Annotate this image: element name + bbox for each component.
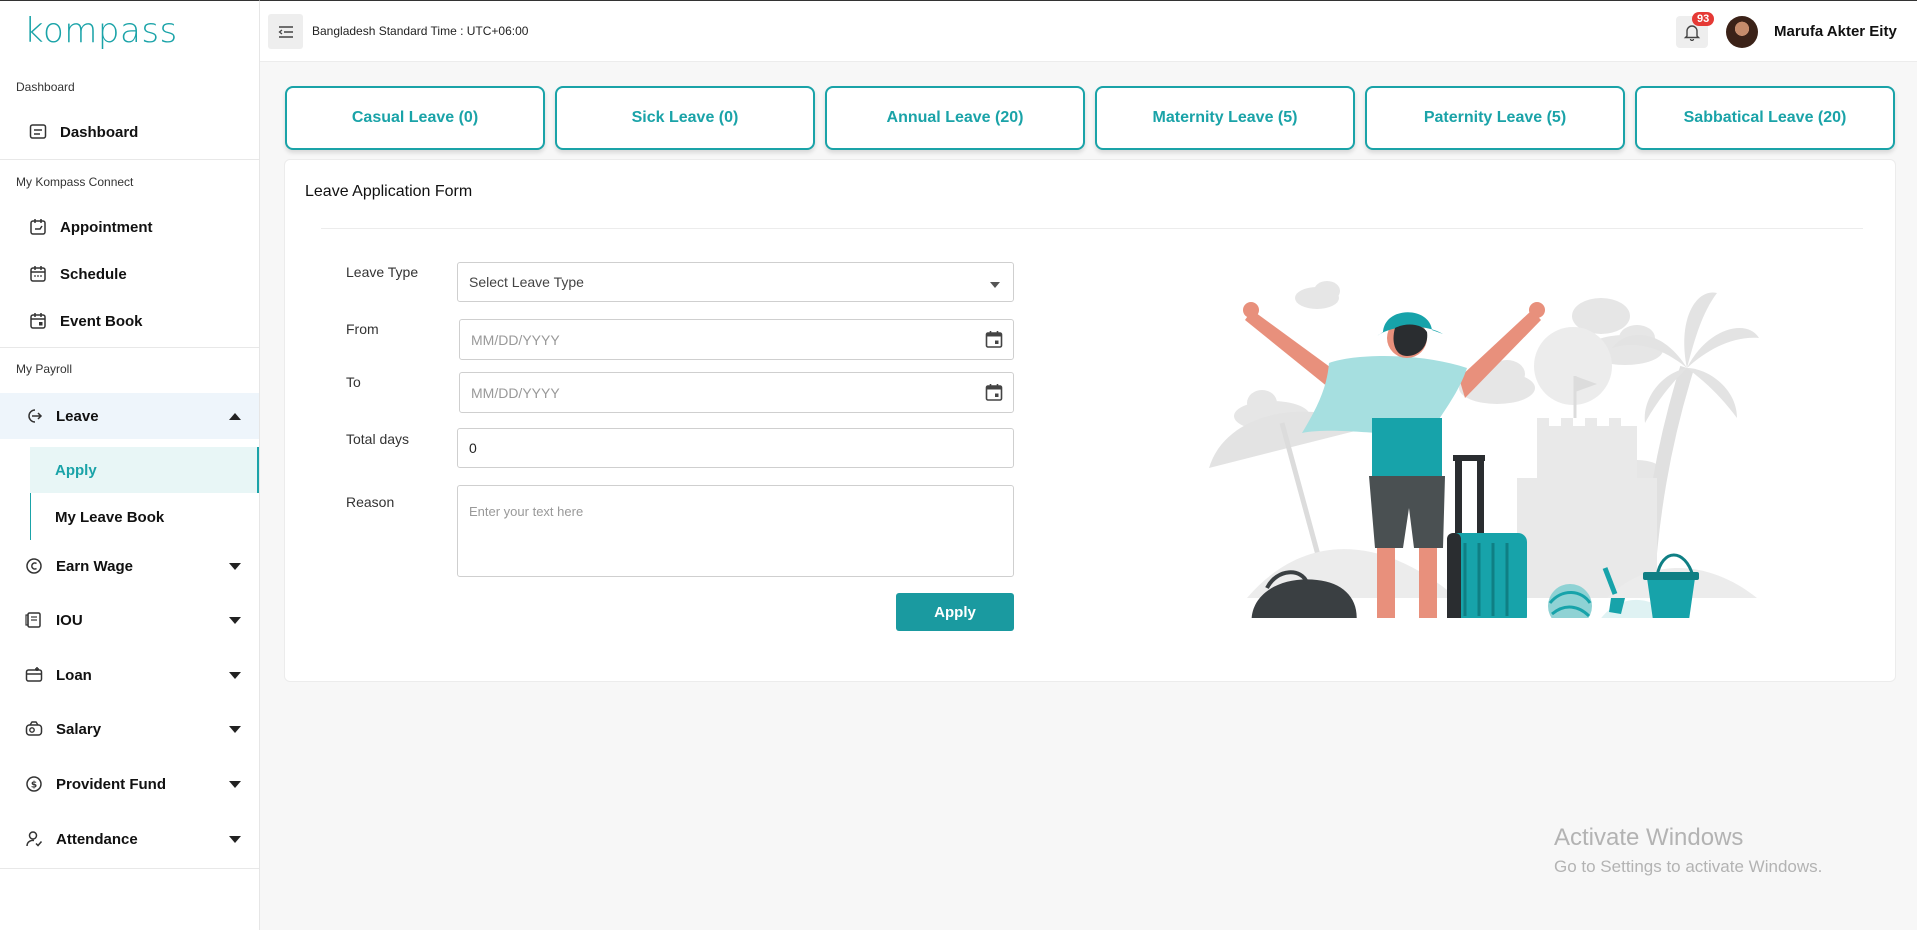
total-days-label: Total days [346, 431, 410, 447]
sidebar-item-salary[interactable]: Salary [0, 706, 259, 752]
calendar-icon[interactable] [984, 382, 1004, 405]
from-label: From [346, 321, 379, 337]
leave-card-paternity[interactable]: Paternity Leave (5) [1365, 86, 1625, 150]
leave-type-placeholder: Select Leave Type [469, 274, 584, 290]
sidebar-item-label: Dashboard [60, 123, 139, 141]
sidebar-item-label: Earn Wage [56, 557, 133, 575]
loan-icon [24, 665, 44, 685]
timezone-label: Bangladesh Standard Time : UTC+06:00 [312, 24, 529, 38]
notification-badge: 93 [1692, 12, 1715, 26]
chevron-down-icon [990, 282, 1000, 288]
user-check-icon [24, 829, 44, 849]
iou-icon [24, 610, 44, 630]
sidebar-item-provident-fund[interactable]: $ Provident Fund [0, 761, 259, 807]
leave-card-maternity[interactable]: Maternity Leave (5) [1095, 86, 1355, 150]
calendar-icon[interactable] [984, 329, 1004, 352]
sidebar-item-appointment[interactable]: Appointment [0, 204, 259, 250]
sidebar-item-event-book[interactable]: Event Book [0, 298, 259, 344]
divider [0, 159, 259, 160]
sidebar-subitem-apply[interactable]: Apply [30, 447, 259, 493]
sidebar-item-label: My Leave Book [55, 508, 165, 526]
sidebar-item-loan[interactable]: Loan [0, 652, 259, 698]
sidebar-item-label: Schedule [60, 265, 127, 283]
sidebar-item-label: Appointment [60, 218, 153, 236]
total-days-value: 0 [469, 440, 477, 456]
leave-type-label: Leave Type [346, 264, 419, 280]
chevron-down-icon [229, 781, 241, 788]
from-date-input[interactable]: MM/DD/YYYY [459, 319, 1014, 360]
appointment-icon [28, 217, 48, 237]
to-date-placeholder: MM/DD/YYYY [471, 384, 560, 401]
top-header: Bangladesh Standard Time : UTC+06:00 93 … [260, 0, 1917, 62]
svg-text:$: $ [31, 781, 37, 791]
earn-wage-icon [24, 556, 44, 576]
schedule-icon [28, 264, 48, 284]
sidebar-item-earn-wage[interactable]: Earn Wage [0, 543, 259, 589]
activate-windows-title: Activate Windows [1554, 824, 1744, 851]
form-title: Leave Application Form [305, 183, 473, 200]
leave-application-panel: Leave Application Form Leave Type Select… [284, 159, 1896, 682]
avatar[interactable] [1726, 16, 1758, 48]
event-book-icon [28, 311, 48, 331]
chevron-down-icon [229, 672, 241, 679]
from-date-placeholder: MM/DD/YYYY [471, 331, 560, 348]
sidebar-item-label: Attendance [56, 830, 138, 848]
sidebar-item-label: Salary [56, 720, 102, 738]
divider [321, 228, 1863, 229]
leave-card-casual[interactable]: Casual Leave (0) [285, 86, 545, 150]
sidebar-item-label: Loan [56, 666, 92, 684]
chevron-down-icon [229, 617, 241, 624]
sidebar-item-label: Provident Fund [56, 775, 166, 793]
total-days-input[interactable]: 0 [457, 428, 1014, 468]
sidebar-item-label: Leave [56, 407, 99, 425]
sidebar-item-label: IOU [56, 611, 83, 629]
section-label-my-payroll: My Payroll [16, 362, 73, 376]
sidebar: kompass Dashboard Dashboard My Kompass C… [0, 0, 260, 930]
apply-button[interactable]: Apply [896, 593, 1014, 631]
sidebar-item-schedule[interactable]: Schedule [0, 251, 259, 297]
sidebar-item-leave[interactable]: Leave [0, 393, 259, 439]
chevron-down-icon [229, 563, 241, 570]
leave-card-annual[interactable]: Annual Leave (20) [825, 86, 1085, 150]
leave-type-select[interactable]: Select Leave Type [457, 262, 1014, 302]
reason-textarea[interactable]: Enter your text here [457, 485, 1014, 577]
provident-fund-icon: $ [24, 774, 44, 794]
sidebar-item-dashboard[interactable]: Dashboard [0, 109, 259, 155]
divider [0, 347, 259, 348]
vacation-traveler-illustration [1209, 281, 1759, 618]
section-label-my-kompass-connect: My Kompass Connect [16, 175, 134, 189]
kompass-logo[interactable]: kompass [24, 11, 178, 51]
leave-exit-icon [24, 406, 44, 426]
sidebar-item-label: Apply [55, 461, 97, 479]
divider [0, 868, 259, 869]
chevron-down-icon [229, 836, 241, 843]
reason-placeholder: Enter your text here [469, 504, 584, 519]
chevron-up-icon [229, 413, 241, 420]
leave-card-sick[interactable]: Sick Leave (0) [555, 86, 815, 150]
sidebar-item-iou[interactable]: IOU [0, 597, 259, 643]
menu-collapse-icon [277, 25, 293, 38]
sidebar-subitem-my-leave-book[interactable]: My Leave Book [30, 494, 259, 540]
user-name[interactable]: Marufa Akter Eity [1774, 23, 1897, 40]
section-label-dashboard: Dashboard [16, 80, 75, 94]
sidebar-item-attendance[interactable]: Attendance [0, 816, 259, 862]
salary-icon [24, 719, 44, 739]
activate-windows-subtitle: Go to Settings to activate Windows. [1554, 857, 1823, 876]
chevron-down-icon [229, 726, 241, 733]
to-date-input[interactable]: MM/DD/YYYY [459, 372, 1014, 413]
leave-card-sabbatical[interactable]: Sabbatical Leave (20) [1635, 86, 1895, 150]
sidebar-item-label: Event Book [60, 312, 143, 330]
menu-toggle-button[interactable] [268, 14, 303, 49]
dashboard-icon [28, 122, 48, 142]
reason-label: Reason [346, 494, 395, 510]
to-label: To [346, 374, 361, 390]
